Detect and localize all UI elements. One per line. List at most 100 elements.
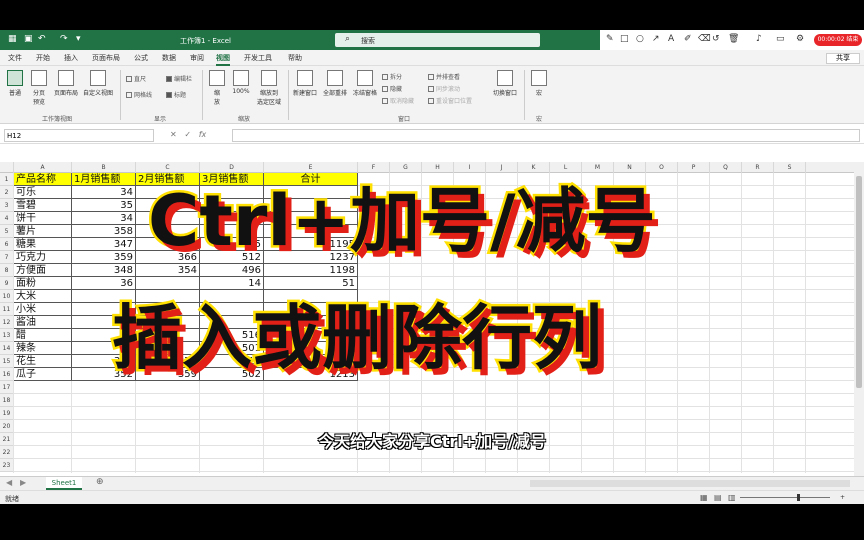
zoom-button[interactable]: 缩 放 (206, 70, 228, 106)
select-all-corner[interactable] (0, 162, 14, 173)
enter-icon[interactable]: ✓ (184, 130, 191, 139)
zoom-selection-button[interactable]: 缩放到 选定区域 (254, 70, 284, 106)
zoom-in-icon[interactable]: + (840, 494, 845, 501)
row-header[interactable]: 10 (0, 290, 14, 303)
next-sheet-icon[interactable]: ▶ (20, 478, 26, 487)
eraser-icon[interactable]: ⌫ (698, 34, 711, 44)
row-header[interactable]: 1 (0, 173, 14, 186)
table-cell[interactable]: 34 (72, 186, 136, 199)
menu-review[interactable]: 审阅 (190, 53, 204, 63)
row-header[interactable]: 8 (0, 264, 14, 277)
add-sheet-icon[interactable]: ⊕ (96, 477, 104, 487)
switch-window-button[interactable]: 切换窗口 (490, 70, 520, 97)
recording-button[interactable]: 00:00:02 结束 (814, 34, 862, 46)
table-cell[interactable]: 酱油 (14, 316, 72, 329)
prev-sheet-icon[interactable]: ◀ (6, 478, 12, 487)
zoom-100-button[interactable]: 100% (230, 70, 252, 95)
horizontal-scrollbar[interactable] (530, 480, 850, 487)
row-header[interactable]: 12 (0, 316, 14, 329)
menu-developer[interactable]: 开发工具 (244, 53, 272, 63)
table-cell[interactable]: 瓜子 (14, 368, 72, 381)
circle-icon[interactable]: ○ (636, 34, 644, 44)
undo-icon[interactable]: ↶ (38, 34, 46, 45)
name-box[interactable]: H12 (4, 129, 154, 142)
share-button[interactable]: 共享 (826, 53, 860, 64)
column-header[interactable]: B (72, 162, 136, 173)
table-cell[interactable]: 35 (72, 199, 136, 212)
arrange-all-button[interactable]: 全部重排 (320, 70, 350, 97)
menu-help[interactable]: 帮助 (288, 53, 302, 63)
table-cell[interactable]: 面粉 (14, 277, 72, 290)
row-header[interactable]: 23 (0, 459, 14, 472)
menu-file[interactable]: 文件 (8, 53, 22, 63)
formula-bar-checkbox[interactable]: 编辑栏 (166, 74, 192, 83)
volume-icon[interactable]: ♪ (756, 34, 762, 44)
menu-data[interactable]: 数据 (162, 53, 176, 63)
search-input[interactable]: ⌕ 搜索 (335, 33, 540, 47)
menu-formulas[interactable]: 公式 (134, 53, 148, 63)
row-header[interactable]: 9 (0, 277, 14, 290)
page-break-status-icon[interactable]: ▥ (728, 493, 736, 502)
redo-icon[interactable]: ↷ (60, 34, 68, 45)
custom-view-button[interactable]: 自定义视图 (80, 70, 116, 97)
table-cell[interactable]: 薯片 (14, 225, 72, 238)
headings-checkbox[interactable]: 标题 (166, 90, 186, 99)
row-header[interactable]: 3 (0, 199, 14, 212)
row-header[interactable]: 14 (0, 342, 14, 355)
unhide-button[interactable]: 取消隐藏 (382, 96, 414, 105)
quick-access-icon[interactable]: ▾ (76, 34, 81, 45)
menu-layout[interactable]: 页面布局 (92, 53, 120, 63)
table-cell[interactable]: 巧克力 (14, 251, 72, 264)
table-cell[interactable]: 347 (72, 238, 136, 251)
row-header[interactable]: 15 (0, 355, 14, 368)
table-header-cell[interactable]: 1月销售额 (72, 173, 136, 186)
menu-insert[interactable]: 插入 (64, 53, 78, 63)
gridlines-checkbox[interactable]: 网格线 (126, 90, 152, 99)
row-header[interactable]: 18 (0, 394, 14, 407)
cancel-icon[interactable]: ✕ (170, 130, 177, 139)
rectangle-icon[interactable]: □ (620, 34, 629, 44)
undo-draw-icon[interactable]: ↺ (712, 34, 720, 44)
fx-icon[interactable]: fx (199, 130, 207, 139)
zoom-slider-knob[interactable] (797, 494, 800, 501)
autosave-icon[interactable]: ▣ (24, 34, 33, 45)
row-header[interactable]: 4 (0, 212, 14, 225)
table-cell[interactable]: 大米 (14, 290, 72, 303)
column-header[interactable]: P (678, 162, 710, 173)
column-header[interactable]: Q (710, 162, 742, 173)
row-header[interactable]: 13 (0, 329, 14, 342)
row-header[interactable]: 7 (0, 251, 14, 264)
table-cell[interactable]: 小米 (14, 303, 72, 316)
page-break-button[interactable]: 分页 预览 (28, 70, 50, 106)
hide-button[interactable]: 隐藏 (382, 84, 402, 93)
table-cell[interactable]: 359 (72, 251, 136, 264)
new-window-button[interactable]: 新建窗口 (290, 70, 320, 97)
table-cell[interactable]: 糖果 (14, 238, 72, 251)
split-button[interactable]: 拆分 (382, 72, 402, 81)
ruler-checkbox[interactable]: 直尺 (126, 74, 146, 83)
reset-position-button[interactable]: 重设窗口位置 (428, 96, 472, 105)
sync-scroll-button[interactable]: 同步滚动 (428, 84, 460, 93)
side-by-side-button[interactable]: 并排查看 (428, 72, 460, 81)
column-header[interactable]: A (14, 162, 72, 173)
table-cell[interactable]: 辣条 (14, 342, 72, 355)
arrow-icon[interactable]: ↗ (652, 34, 660, 44)
marker-icon[interactable]: ✐ (684, 34, 692, 44)
table-cell[interactable]: 饼干 (14, 212, 72, 225)
table-cell[interactable]: 可乐 (14, 186, 72, 199)
table-cell[interactable]: 348 (72, 264, 136, 277)
table-cell[interactable]: 358 (72, 225, 136, 238)
settings-icon[interactable]: ⚙ (796, 34, 804, 44)
menu-view[interactable]: 视图 (216, 53, 230, 66)
zoom-slider[interactable] (740, 497, 830, 498)
camera-icon[interactable]: ▭ (776, 34, 785, 44)
normal-view-status-icon[interactable]: ▦ (700, 493, 708, 502)
row-header[interactable]: 5 (0, 225, 14, 238)
text-icon[interactable]: A (668, 34, 674, 44)
row-header[interactable]: 19 (0, 407, 14, 420)
formula-input[interactable] (232, 129, 860, 142)
normal-view-button[interactable]: 普通 (4, 70, 26, 97)
sheet-tab-sheet1[interactable]: Sheet1 (46, 477, 82, 490)
row-header[interactable]: 2 (0, 186, 14, 199)
table-cell[interactable]: 花生 (14, 355, 72, 368)
